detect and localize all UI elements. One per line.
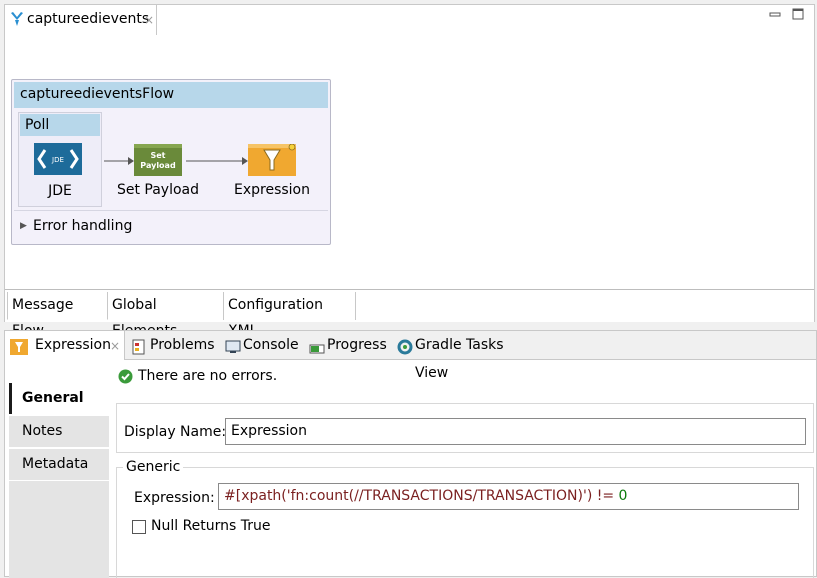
null-returns-true-label: Null Returns True [151,518,271,534]
svg-text:Payload: Payload [140,161,176,170]
close-icon[interactable]: × [110,332,120,360]
jde-connector-node[interactable]: JDE [33,142,83,176]
console-icon [225,337,241,365]
status-message: There are no errors. [138,368,278,384]
sidebar-item-metadata[interactable]: Metadata [9,449,109,480]
flow-container[interactable]: captureedieventsFlow Poll JDE JDE Set Pa… [11,79,331,245]
sidebar-background [9,481,109,578]
expression-field-label: Expression: [134,490,215,506]
set-payload-icon: Set Payload [134,144,182,176]
flow-arrow [186,157,248,165]
flow-title: captureedieventsFlow [20,86,175,102]
jde-icon: JDE [34,143,82,175]
sidebar-item-notes[interactable]: Notes [9,416,109,447]
editor-tab-captureedievents[interactable]: captureedievents × [5,5,157,35]
poll-label: Poll [25,117,50,133]
tab-message-flow[interactable]: Message Flow [7,292,108,339]
expression-filter-icon [248,143,296,176]
tab-problems-label: Problems [150,337,215,353]
set-payload-node[interactable]: Set Payload [134,144,182,176]
editor-view-tabs: Message Flow Global Elements Configurati… [5,289,814,339]
view-tab-bar: Expression × Problems Console Progress G… [5,331,816,381]
maximize-icon[interactable] [792,8,804,23]
display-name-field[interactable]: Expression [225,418,806,445]
tab-global-elements[interactable]: Global Elements [108,292,224,339]
tab-progress-label: Progress [327,337,387,353]
tab-progress[interactable]: Progress [309,331,393,359]
problems-icon [131,337,147,365]
tab-gradle-label: Gradle Tasks View [415,337,504,381]
expression-value-text: #[xpath('fn:count(//TRANSACTIONS/TRANSAC… [224,488,619,504]
null-returns-true-checkbox[interactable] [132,520,146,534]
editor-tab-bar: captureedievents × [5,5,814,35]
tab-gradle-tasks-view[interactable]: Gradle Tasks View [397,331,537,381]
expression-node[interactable] [248,143,296,176]
status-ok-icon [118,369,133,388]
minimize-icon[interactable] [769,8,781,23]
tab-expression-label: Expression [35,337,111,353]
flow-header: captureedieventsFlow [14,82,328,108]
jde-label: JDE [48,183,72,199]
tab-console[interactable]: Console [225,331,301,359]
properties-panel: Expression × Problems Console Progress G… [4,330,817,578]
flow-arrow [104,157,134,165]
editor-tab-label: captureedievents [27,11,150,27]
sidebar-background [9,363,109,383]
display-name-label: Display Name: [124,424,227,440]
progress-icon [309,338,325,366]
tab-configuration-xml[interactable]: Configuration XML [224,292,356,339]
set-payload-label: Set Payload [116,182,200,198]
poll-scope[interactable]: Poll JDE JDE [18,112,102,207]
expand-triangle-icon[interactable]: ▶ [20,221,27,231]
svg-text:Set: Set [150,151,165,160]
poll-header: Poll [20,114,100,136]
error-handling-label[interactable]: Error handling [33,218,132,234]
flow-editor-panel: captureedievents × captureedieventsFlow … [4,4,815,339]
sidebar-item-general[interactable]: General [9,383,109,414]
generic-legend: Generic [123,459,184,475]
mule-flow-icon [10,11,24,31]
tab-console-label: Console [243,337,299,353]
expression-field[interactable]: #[xpath('fn:count(//TRANSACTIONS/TRANSAC… [218,483,799,510]
expression-value-number: 0 [618,488,628,504]
divider [14,210,328,211]
expression-label: Expression [234,182,310,198]
expression-filter-icon [10,337,28,365]
tab-expression[interactable]: Expression × [5,331,125,360]
close-icon[interactable]: × [144,13,154,27]
generic-group: Generic Expression: #[xpath('fn:count(//… [116,459,814,578]
jde-icon-text: JDE [51,156,64,164]
general-group: Display Name: Expression [116,403,814,453]
gradle-icon [397,337,413,365]
tab-problems[interactable]: Problems [131,331,221,359]
